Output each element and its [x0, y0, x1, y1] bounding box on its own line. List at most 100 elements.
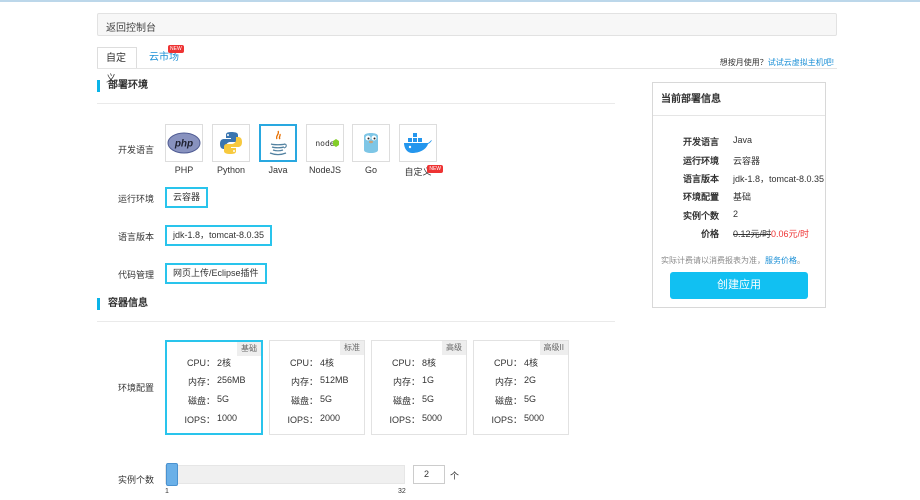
spec-disk: 5G	[320, 394, 333, 404]
spec-iops: 5000	[524, 413, 545, 423]
spec-iops: 5000	[422, 413, 443, 423]
create-app-button[interactable]: 创建应用	[670, 272, 808, 299]
python-icon	[212, 124, 250, 162]
language-name: NodeJS	[308, 165, 342, 175]
runtime-option-cloud-container[interactable]: 云容器	[165, 187, 209, 208]
new-badge: NEW	[427, 165, 443, 173]
spec-card-advanced-ii[interactable]: 高级II CPU： 4核 内存： 2G 磁盘： 5G IOPS： 5000	[473, 340, 569, 435]
old-price: 0.12元/时	[733, 229, 772, 239]
instance-count-unit: 个	[450, 471, 460, 481]
spec-tag: 标准	[340, 341, 364, 355]
panel-title: 当前部署信息	[653, 83, 825, 116]
language-option-java[interactable]: Java	[259, 124, 297, 175]
spec-card-basic[interactable]: 基础 CPU： 2核 内存： 256MB 磁盘： 5G IOPS： 1000	[165, 340, 263, 435]
spec-mem: 512MB	[320, 375, 349, 385]
tab-cloud-market[interactable]: 云市场 NEW	[141, 45, 191, 69]
section-divider	[97, 321, 615, 322]
spec-key: 内存：	[494, 377, 522, 387]
spec-key: CPU：	[289, 358, 318, 368]
summary-key: 运行环境	[682, 156, 719, 166]
spec-disk: 5G	[422, 394, 435, 404]
summary-value-price: 0.12元/时0.06元/时	[733, 227, 809, 240]
svg-text:node: node	[315, 139, 334, 148]
spec-key: CPU：	[391, 358, 420, 368]
language-name: Go	[364, 165, 377, 175]
slider-handle[interactable]	[166, 463, 178, 486]
spec-key: IOPS：	[491, 415, 522, 425]
spec-iops: 1000	[217, 413, 238, 423]
spec-mem: 1G	[422, 375, 435, 385]
go-icon	[352, 124, 390, 162]
code-management-label: 代码管理	[118, 270, 155, 280]
instance-count-slider[interactable]	[165, 465, 405, 484]
version-option[interactable]: jdk-1.8，tomcat-8.0.35	[165, 225, 273, 246]
language-option-nodejs[interactable]: node NodeJS	[306, 124, 344, 175]
spec-disk: 5G	[524, 394, 537, 404]
spec-key: CPU：	[186, 358, 215, 368]
summary-value-runtime: 云容器	[733, 156, 761, 166]
monthly-hint-text: 想按月使用？	[719, 58, 768, 67]
spec-key: IOPS：	[287, 415, 318, 425]
tab-custom[interactable]: 自定义	[97, 47, 137, 85]
spec-card-standard[interactable]: 标准 CPU： 4核 内存： 512MB 磁盘： 5G IOPS： 2000	[269, 340, 365, 435]
spec-key: 内存：	[187, 377, 215, 387]
summary-key: 价格	[700, 229, 719, 239]
section-divider	[97, 103, 615, 104]
deploy-summary-panel: 当前部署信息 开发语言 Java 运行环境 云容器 语言版本 jdk-1.8，tomc…	[652, 82, 826, 308]
new-badge: NEW	[168, 45, 184, 53]
billing-note-text: 实际计费请以消费报表为准，	[661, 256, 765, 265]
instance-count-input[interactable]: 2	[413, 465, 445, 484]
language-name: PHP	[174, 165, 194, 175]
spec-key: CPU：	[493, 358, 522, 368]
spec-key: IOPS：	[389, 415, 420, 425]
spec-cpu: 4核	[320, 358, 335, 368]
spec-tag: 基础	[237, 342, 261, 356]
monthly-hint: 想按月使用？试试云虚拟主机吧!	[720, 57, 834, 68]
language-name: Java	[268, 165, 288, 175]
spec-mem: 2G	[524, 375, 537, 385]
version-label: 语言版本	[118, 232, 155, 242]
slider-min-label: 1	[165, 488, 169, 495]
spec-key: 磁盘：	[290, 396, 318, 406]
code-management-option[interactable]: 网页上传/Eclipse插件	[165, 263, 267, 284]
billing-note-end: 。	[797, 256, 805, 265]
back-to-console-bar[interactable]: 返回控制台	[97, 13, 837, 36]
virtual-host-link[interactable]: 试试云虚拟主机吧!	[768, 58, 834, 67]
tab-cloud-market-label: 云市场	[149, 52, 179, 63]
language-option-python[interactable]: Python	[212, 124, 250, 175]
spec-key: IOPS：	[184, 415, 215, 425]
instance-count-label: 实例个数	[118, 475, 155, 485]
env-config-label: 环境配置	[118, 383, 155, 393]
section-title-deploy-env: 部署环境	[97, 80, 148, 92]
spec-disk: 5G	[217, 394, 230, 404]
spec-key: 内存：	[392, 377, 420, 387]
spec-key: 磁盘：	[494, 396, 522, 406]
spec-card-advanced[interactable]: 高级 CPU： 8核 内存： 1G 磁盘： 5G IOPS： 5000	[371, 340, 467, 435]
language-option-php[interactable]: php PHP	[165, 124, 203, 175]
spec-mem: 256MB	[217, 375, 246, 385]
java-icon	[259, 124, 297, 162]
service-price-link[interactable]: 服务价格	[765, 256, 797, 265]
summary-value-version: jdk-1.8，tomcat-8.0.35	[733, 174, 825, 184]
nodejs-icon: node	[306, 124, 344, 162]
tab-divider	[97, 68, 837, 69]
summary-key: 实例个数	[682, 211, 719, 221]
new-price: 0.06元/时	[771, 229, 810, 239]
spec-tag: 高级	[442, 341, 466, 355]
language-option-go[interactable]: Go	[352, 124, 390, 175]
summary-value-count: 2	[733, 209, 739, 219]
spec-key: 内存：	[290, 377, 318, 387]
slider-max-label: 32	[398, 488, 406, 495]
summary-key: 环境配置	[682, 192, 719, 202]
summary-key: 开发语言	[682, 137, 719, 147]
top-border	[0, 0, 920, 2]
language-name: Python	[216, 165, 246, 175]
spec-cpu: 2核	[217, 358, 232, 368]
billing-note: 实际计费请以消费报表为准，服务价格。	[661, 255, 805, 266]
php-icon: php	[165, 124, 203, 162]
spec-cpu: 4核	[524, 358, 539, 368]
spec-key: 磁盘：	[392, 396, 420, 406]
section-title-container-info: 容器信息	[97, 298, 148, 310]
language-option-custom[interactable]: 自定义 NEW	[399, 124, 443, 178]
summary-value-env: 基础	[733, 192, 752, 202]
